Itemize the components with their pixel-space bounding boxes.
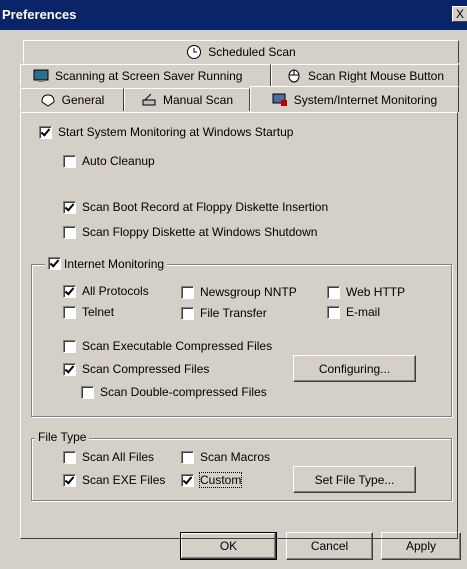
scan-exe-files-label: Scan EXE Files [82,473,166,487]
scan-exec-compressed-label: Scan Executable Compressed Files [82,339,273,353]
file-type-legend: File Type [35,430,90,444]
clock-icon [186,44,202,60]
scan-exe-files-checkbox[interactable] [63,474,76,487]
tab-manual-scan[interactable]: Manual Scan [124,88,250,111]
scan-boot-label: Scan Boot Record at Floppy Diskette Inse… [82,200,329,214]
scan-floppy-checkbox[interactable] [63,226,76,239]
file-transfer-checkbox[interactable] [181,307,194,320]
scan-floppy-label: Scan Floppy Diskette at Windows Shutdown [82,225,318,239]
scan-exec-compressed-checkbox[interactable] [63,340,76,353]
tab-label: System/Internet Monitoring [293,92,438,107]
auto-cleanup-checkbox[interactable] [63,155,76,168]
all-protocols-label: All Protocols [82,284,149,298]
scan-all-files-label: Scan All Files [82,450,155,464]
telnet-checkbox[interactable] [63,306,76,319]
scan-double-compressed-checkbox[interactable] [81,386,94,399]
scan-boot-checkbox[interactable] [63,201,76,214]
tab-screen-saver[interactable]: Scanning at Screen Saver Running [20,64,271,87]
scan-all-files-checkbox[interactable] [63,451,76,464]
telnet-label: Telnet [82,305,115,319]
web-http-label: Web HTTP [346,285,406,299]
tab-right-mouse[interactable]: Scan Right Mouse Button [271,64,459,87]
general-icon [40,92,56,108]
email-checkbox[interactable] [327,306,340,319]
tab-label: General [61,93,105,107]
file-transfer-label: File Transfer [200,306,267,320]
newsgroup-checkbox[interactable] [181,286,194,299]
scan-compressed-checkbox[interactable] [63,363,76,376]
window-title: Preferences [2,7,77,22]
web-http-checkbox[interactable] [327,286,340,299]
monitor-shield-icon [272,92,288,108]
internet-monitoring-legend: Internet Monitoring [45,257,168,271]
tab-system-internet[interactable]: System/Internet Monitoring [250,86,459,112]
tab-label: Scanning at Screen Saver Running [55,69,243,83]
scan-macros-checkbox[interactable] [181,451,194,464]
tab-scheduled-scan[interactable]: Scheduled Scan [23,40,459,63]
start-monitoring-label: Start System Monitoring at Windows Start… [58,125,294,139]
internet-monitoring-label: Internet Monitoring [64,257,165,271]
close-button[interactable]: X [452,6,467,22]
internet-monitoring-checkbox[interactable] [48,257,61,270]
scan-macros-label: Scan Macros [200,450,271,464]
custom-checkbox[interactable] [181,474,194,487]
tab-label: Manual Scan [162,93,234,107]
set-file-type-button[interactable]: Set File Type... [293,466,416,493]
custom-label: Custom [198,472,243,488]
tab-general[interactable]: General [20,88,124,111]
scan-icon [141,92,157,108]
monitor-icon [33,68,49,84]
scan-double-compressed-label: Scan Double-compressed Files [100,385,267,399]
newsgroup-label: Newsgroup NNTP [200,285,297,299]
mouse-icon [286,68,302,84]
title-bar: Preferences X [0,0,467,30]
email-label: E-mail [346,305,381,319]
tab-label: Scan Right Mouse Button [307,69,445,83]
scan-compressed-label: Scan Compressed Files [82,362,210,376]
all-protocols-checkbox[interactable] [63,285,76,298]
tab-label: Scheduled Scan [208,45,296,59]
configuring-button[interactable]: Configuring... [293,355,416,382]
start-monitoring-checkbox[interactable] [39,126,52,139]
auto-cleanup-label: Auto Cleanup [82,154,155,168]
